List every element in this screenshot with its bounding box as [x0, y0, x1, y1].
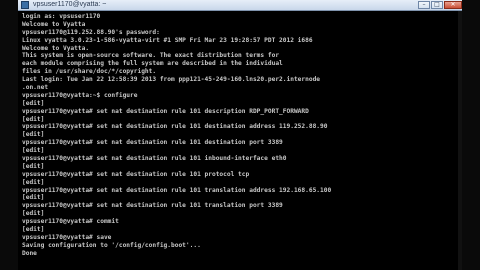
terminal-line: Last login: Tue Jan 22 12:58:39 2013 fro…: [22, 76, 321, 84]
terminal-line: vpsuser1170@vyatta# set nat destination …: [22, 202, 283, 210]
terminal-line: vpsuser1170@vyatta# save: [22, 233, 112, 241]
terminal-line: Welcome to Vyatta: [22, 20, 86, 28]
terminal-line: [edit]: [22, 226, 45, 234]
terminal-line: Linux vyatta 3.0.23-1-586-vyatta-virt #1…: [22, 36, 313, 44]
terminal-app-icon: [21, 1, 29, 9]
terminal-line: [edit]: [22, 99, 45, 107]
screen: vpsuser1170@vyatta: ~ – □ ✕ login as: vp…: [0, 0, 480, 270]
terminal-line: vpsuser1170@vyatta# set nat destination …: [22, 139, 283, 147]
terminal-line: Done: [22, 249, 37, 257]
terminal-line: vpsuser1170@vyatta# commit: [22, 218, 119, 226]
terminal-output[interactable]: login as: vpsuser1170 Welcome to Vyatta vp…: [22, 13, 458, 270]
terminal-line: [edit]: [22, 162, 45, 170]
window-title: vpsuser1170@vyatta: ~: [33, 1, 107, 8]
ssh-terminal-window[interactable]: vpsuser1170@vyatta: ~ – □ ✕ login as: vp…: [18, 0, 464, 270]
terminal-line: vpsuser1170@vyatta# set nat destination …: [22, 170, 250, 178]
terminal-line: .on.net: [22, 84, 49, 92]
terminal-line: [edit]: [22, 147, 45, 155]
terminal-line: [edit]: [22, 210, 45, 218]
window-controls: – □ ✕: [418, 1, 462, 9]
terminal-line: login as: vpsuser1170: [22, 13, 101, 20]
maximize-button[interactable]: □: [431, 1, 443, 9]
close-button[interactable]: ✕: [444, 1, 462, 9]
terminal-line: vpsuser1170@vyatta# set nat destination …: [22, 107, 309, 115]
minimize-button[interactable]: –: [418, 1, 430, 9]
terminal-line: vpsuser1170@vyatta# set nat destination …: [22, 123, 328, 131]
terminal-line: files in /usr/share/doc/*/copyright.: [22, 68, 157, 76]
left-margin: [0, 0, 18, 270]
terminal-line: vpsuser1170@vyatta# set nat destination …: [22, 186, 332, 194]
terminal-line: [edit]: [22, 178, 45, 186]
right-margin: [462, 0, 480, 270]
terminal-line: vpsuser1170@vyatta:~$ configure: [22, 91, 138, 99]
terminal-line: vpsuser1170@119.252.88.90's password:: [22, 28, 160, 36]
terminal-line: Saving configuration to '/config/config.…: [22, 241, 201, 249]
window-titlebar[interactable]: vpsuser1170@vyatta: ~ – □ ✕: [18, 0, 464, 11]
terminal-line: vpsuser1170@vyatta# set nat destination …: [22, 155, 287, 163]
